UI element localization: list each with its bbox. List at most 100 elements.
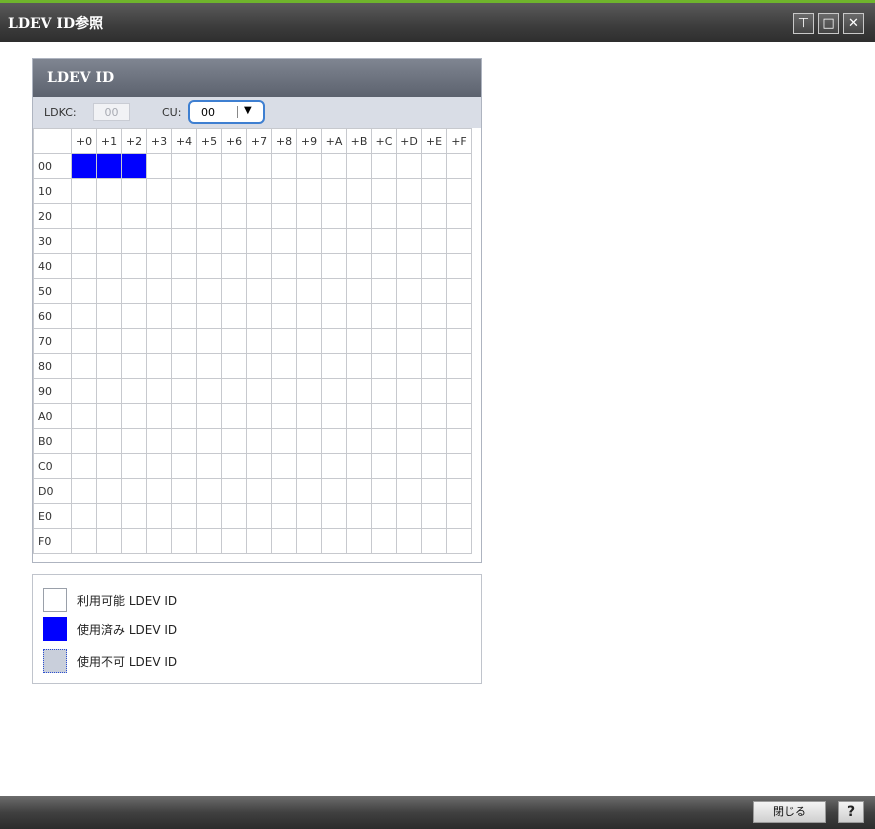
ldev-cell-available[interactable] (446, 178, 472, 204)
ldev-cell-available[interactable] (396, 328, 422, 354)
ldev-cell-available[interactable] (146, 228, 172, 254)
ldev-cell-available[interactable] (121, 253, 147, 279)
ldev-cell-available[interactable] (446, 453, 472, 479)
ldev-cell-available[interactable] (371, 453, 397, 479)
ldev-cell-available[interactable] (396, 278, 422, 304)
ldev-cell-available[interactable] (371, 228, 397, 254)
ldev-cell-available[interactable] (346, 528, 372, 554)
ldev-cell-available[interactable] (321, 253, 347, 279)
ldev-cell-available[interactable] (146, 253, 172, 279)
ldev-cell-available[interactable] (371, 378, 397, 404)
ldev-cell-available[interactable] (171, 428, 197, 454)
ldev-cell-available[interactable] (71, 503, 97, 529)
ldev-cell-available[interactable] (421, 428, 447, 454)
ldev-cell-available[interactable] (371, 353, 397, 379)
ldev-cell-available[interactable] (121, 328, 147, 354)
ldev-cell-available[interactable] (446, 403, 472, 429)
ldev-cell-available[interactable] (421, 178, 447, 204)
ldev-cell-available[interactable] (246, 203, 272, 229)
ldev-cell-available[interactable] (321, 403, 347, 429)
ldev-cell-available[interactable] (71, 353, 97, 379)
ldev-cell-available[interactable] (321, 278, 347, 304)
ldev-cell-available[interactable] (421, 278, 447, 304)
ldev-cell-available[interactable] (96, 203, 122, 229)
ldev-cell-available[interactable] (196, 153, 222, 179)
ldev-cell-available[interactable] (146, 303, 172, 329)
ldev-cell-available[interactable] (146, 428, 172, 454)
ldev-cell-available[interactable] (96, 528, 122, 554)
ldev-cell-available[interactable] (221, 178, 247, 204)
ldev-cell-available[interactable] (446, 378, 472, 404)
ldev-cell-available[interactable] (196, 253, 222, 279)
ldev-cell-available[interactable] (171, 303, 197, 329)
ldev-cell-available[interactable] (246, 528, 272, 554)
ldev-cell-available[interactable] (71, 203, 97, 229)
ldev-cell-available[interactable] (271, 328, 297, 354)
ldev-cell-available[interactable] (121, 353, 147, 379)
ldev-cell-available[interactable] (271, 353, 297, 379)
ldev-cell-available[interactable] (421, 328, 447, 354)
ldev-cell-available[interactable] (346, 203, 372, 229)
ldev-cell-available[interactable] (171, 478, 197, 504)
ldev-cell-available[interactable] (371, 153, 397, 179)
ldev-cell-available[interactable] (321, 328, 347, 354)
ldev-cell-available[interactable] (396, 528, 422, 554)
ldev-cell-available[interactable] (96, 503, 122, 529)
ldev-cell-available[interactable] (221, 428, 247, 454)
ldev-cell-available[interactable] (371, 178, 397, 204)
ldev-cell-available[interactable] (171, 528, 197, 554)
ldev-cell-available[interactable] (446, 153, 472, 179)
ldev-cell-available[interactable] (221, 153, 247, 179)
ldev-cell-available[interactable] (446, 303, 472, 329)
ldev-cell-available[interactable] (296, 278, 322, 304)
ldev-cell-available[interactable] (121, 378, 147, 404)
ldev-cell-available[interactable] (196, 178, 222, 204)
ldev-cell-available[interactable] (271, 503, 297, 529)
ldev-cell-available[interactable] (446, 228, 472, 254)
ldev-cell-available[interactable] (196, 303, 222, 329)
ldev-cell-available[interactable] (121, 228, 147, 254)
ldev-cell-available[interactable] (96, 328, 122, 354)
ldev-cell-available[interactable] (396, 478, 422, 504)
ldev-cell-available[interactable] (296, 528, 322, 554)
ldev-cell-available[interactable] (346, 378, 372, 404)
ldev-cell-available[interactable] (71, 528, 97, 554)
ldev-cell-available[interactable] (71, 278, 97, 304)
ldev-cell-available[interactable] (421, 453, 447, 479)
ldev-cell-available[interactable] (346, 153, 372, 179)
ldev-cell-available[interactable] (146, 378, 172, 404)
ldev-cell-available[interactable] (396, 453, 422, 479)
ldev-cell-available[interactable] (71, 253, 97, 279)
ldev-cell-available[interactable] (246, 178, 272, 204)
ldev-cell-available[interactable] (146, 328, 172, 354)
ldev-cell-available[interactable] (221, 453, 247, 479)
ldev-cell-available[interactable] (96, 403, 122, 429)
ldev-cell-available[interactable] (171, 453, 197, 479)
ldev-cell-available[interactable] (96, 378, 122, 404)
ldev-cell-available[interactable] (121, 503, 147, 529)
ldev-cell-available[interactable] (421, 353, 447, 379)
ldev-cell-available[interactable] (446, 253, 472, 279)
ldev-cell-available[interactable] (96, 178, 122, 204)
ldev-cell-available[interactable] (371, 203, 397, 229)
ldev-cell-available[interactable] (221, 478, 247, 504)
ldev-cell-available[interactable] (121, 403, 147, 429)
cu-select[interactable]: 00 ▼ (188, 100, 265, 124)
ldev-cell-available[interactable] (346, 178, 372, 204)
ldev-cell-available[interactable] (271, 228, 297, 254)
ldev-cell-available[interactable] (246, 328, 272, 354)
ldev-cell-available[interactable] (246, 303, 272, 329)
ldev-cell-available[interactable] (71, 453, 97, 479)
ldev-cell-available[interactable] (371, 478, 397, 504)
ldev-cell-available[interactable] (146, 178, 172, 204)
ldev-cell-available[interactable] (271, 478, 297, 504)
ldev-cell-available[interactable] (396, 403, 422, 429)
ldev-cell-available[interactable] (396, 228, 422, 254)
ldev-cell-available[interactable] (71, 378, 97, 404)
ldev-cell-available[interactable] (296, 503, 322, 529)
ldev-cell-available[interactable] (196, 203, 222, 229)
ldev-cell-available[interactable] (346, 303, 372, 329)
ldev-cell-available[interactable] (196, 328, 222, 354)
ldev-cell-available[interactable] (446, 428, 472, 454)
ldev-cell-available[interactable] (121, 278, 147, 304)
